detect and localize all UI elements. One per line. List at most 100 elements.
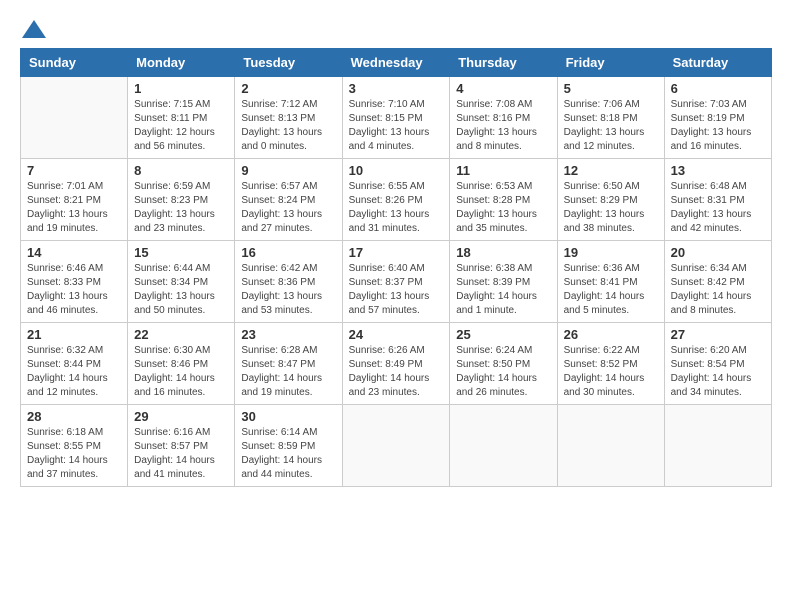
calendar-day-cell: 28 Sunrise: 6:18 AMSunset: 8:55 PMDayligh…: [21, 405, 128, 487]
day-number: 14: [27, 245, 121, 260]
day-info: Sunrise: 6:40 AMSunset: 8:37 PMDaylight:…: [349, 262, 444, 318]
day-info: Sunrise: 6:28 AMSunset: 8:47 PMDaylight:…: [241, 344, 335, 400]
day-number: 5: [564, 81, 658, 96]
day-info: Sunrise: 7:06 AMSunset: 8:18 PMDaylight:…: [564, 98, 658, 154]
day-info: Sunrise: 7:10 AMSunset: 8:15 PMDaylight:…: [349, 98, 444, 154]
day-info: Sunrise: 6:24 AMSunset: 8:50 PMDaylight:…: [456, 344, 550, 400]
day-info: Sunrise: 6:57 AMSunset: 8:24 PMDaylight:…: [241, 180, 335, 236]
day-info: Sunrise: 6:20 AMSunset: 8:54 PMDaylight:…: [671, 344, 765, 400]
day-number: 28: [27, 409, 121, 424]
day-number: 12: [564, 163, 658, 178]
calendar-day-cell: 19 Sunrise: 6:36 AMSunset: 8:41 PMDayligh…: [557, 241, 664, 323]
day-info: Sunrise: 6:18 AMSunset: 8:55 PMDaylight:…: [27, 426, 121, 482]
day-info: Sunrise: 7:08 AMSunset: 8:16 PMDaylight:…: [456, 98, 550, 154]
weekday-header: Saturday: [664, 49, 771, 77]
calendar-day-cell: 18 Sunrise: 6:38 AMSunset: 8:39 PMDayligh…: [450, 241, 557, 323]
day-number: 11: [456, 163, 550, 178]
calendar-header-row: SundayMondayTuesdayWednesdayThursdayFrid…: [21, 49, 772, 77]
day-info: Sunrise: 6:32 AMSunset: 8:44 PMDaylight:…: [27, 344, 121, 400]
calendar-day-cell: [664, 405, 771, 487]
calendar-day-cell: 10 Sunrise: 6:55 AMSunset: 8:26 PMDayligh…: [342, 159, 450, 241]
day-number: 15: [134, 245, 228, 260]
day-info: Sunrise: 7:12 AMSunset: 8:13 PMDaylight:…: [241, 98, 335, 154]
calendar-week-row: 21 Sunrise: 6:32 AMSunset: 8:44 PMDayligh…: [21, 323, 772, 405]
logo-icon: [22, 20, 46, 38]
calendar-day-cell: 23 Sunrise: 6:28 AMSunset: 8:47 PMDayligh…: [235, 323, 342, 405]
weekday-header: Thursday: [450, 49, 557, 77]
day-number: 20: [671, 245, 765, 260]
day-number: 2: [241, 81, 335, 96]
day-info: Sunrise: 6:26 AMSunset: 8:49 PMDaylight:…: [349, 344, 444, 400]
day-number: 4: [456, 81, 550, 96]
calendar-day-cell: 30 Sunrise: 6:14 AMSunset: 8:59 PMDayligh…: [235, 405, 342, 487]
calendar-day-cell: 22 Sunrise: 6:30 AMSunset: 8:46 PMDayligh…: [128, 323, 235, 405]
calendar-day-cell: 15 Sunrise: 6:44 AMSunset: 8:34 PMDayligh…: [128, 241, 235, 323]
calendar-day-cell: 7Sunrise: 7:01 AMSunset: 8:21 PMDaylight…: [21, 159, 128, 241]
logo: [20, 20, 46, 38]
day-info: Sunrise: 6:16 AMSunset: 8:57 PMDaylight:…: [134, 426, 228, 482]
calendar-week-row: 7Sunrise: 7:01 AMSunset: 8:21 PMDaylight…: [21, 159, 772, 241]
weekday-header: Friday: [557, 49, 664, 77]
day-info: Sunrise: 6:42 AMSunset: 8:36 PMDaylight:…: [241, 262, 335, 318]
day-info: Sunrise: 6:48 AMSunset: 8:31 PMDaylight:…: [671, 180, 765, 236]
calendar-day-cell: 25 Sunrise: 6:24 AMSunset: 8:50 PMDayligh…: [450, 323, 557, 405]
day-info: Sunrise: 7:01 AMSunset: 8:21 PMDaylight:…: [27, 180, 121, 236]
day-number: 19: [564, 245, 658, 260]
day-number: 16: [241, 245, 335, 260]
calendar-day-cell: 11Sunrise: 6:53 AMSunset: 8:28 PMDayligh…: [450, 159, 557, 241]
calendar-day-cell: 4 Sunrise: 7:08 AMSunset: 8:16 PMDaylight…: [450, 77, 557, 159]
day-info: Sunrise: 6:55 AMSunset: 8:26 PMDaylight:…: [349, 180, 444, 236]
day-number: 21: [27, 327, 121, 342]
calendar-table: SundayMondayTuesdayWednesdayThursdayFrid…: [20, 48, 772, 487]
calendar-day-cell: 5 Sunrise: 7:06 AMSunset: 8:18 PMDaylight…: [557, 77, 664, 159]
calendar-day-cell: 12 Sunrise: 6:50 AMSunset: 8:29 PMDayligh…: [557, 159, 664, 241]
day-info: Sunrise: 7:15 AMSunset: 8:11 PMDaylight:…: [134, 98, 228, 154]
calendar-week-row: 1 Sunrise: 7:15 AMSunset: 8:11 PMDaylight…: [21, 77, 772, 159]
day-number: 6: [671, 81, 765, 96]
day-number: 13: [671, 163, 765, 178]
weekday-header: Sunday: [21, 49, 128, 77]
calendar-day-cell: 3 Sunrise: 7:10 AMSunset: 8:15 PMDaylight…: [342, 77, 450, 159]
day-number: 25: [456, 327, 550, 342]
day-number: 29: [134, 409, 228, 424]
day-number: 30: [241, 409, 335, 424]
calendar-day-cell: 24Sunrise: 6:26 AMSunset: 8:49 PMDayligh…: [342, 323, 450, 405]
calendar-week-row: 28 Sunrise: 6:18 AMSunset: 8:55 PMDayligh…: [21, 405, 772, 487]
page-header: [20, 20, 772, 38]
day-info: Sunrise: 6:50 AMSunset: 8:29 PMDaylight:…: [564, 180, 658, 236]
day-info: Sunrise: 6:36 AMSunset: 8:41 PMDaylight:…: [564, 262, 658, 318]
day-number: 3: [349, 81, 444, 96]
weekday-header: Monday: [128, 49, 235, 77]
day-info: Sunrise: 6:34 AMSunset: 8:42 PMDaylight:…: [671, 262, 765, 318]
day-info: Sunrise: 6:30 AMSunset: 8:46 PMDaylight:…: [134, 344, 228, 400]
day-number: 17: [349, 245, 444, 260]
calendar-day-cell: 6 Sunrise: 7:03 AMSunset: 8:19 PMDaylight…: [664, 77, 771, 159]
calendar-week-row: 14 Sunrise: 6:46 AMSunset: 8:33 PMDayligh…: [21, 241, 772, 323]
day-number: 1: [134, 81, 228, 96]
day-info: Sunrise: 7:03 AMSunset: 8:19 PMDaylight:…: [671, 98, 765, 154]
day-number: 8: [134, 163, 228, 178]
day-number: 23: [241, 327, 335, 342]
calendar-day-cell: 1 Sunrise: 7:15 AMSunset: 8:11 PMDaylight…: [128, 77, 235, 159]
calendar-day-cell: 26 Sunrise: 6:22 AMSunset: 8:52 PMDayligh…: [557, 323, 664, 405]
calendar-day-cell: [21, 77, 128, 159]
calendar-day-cell: 8 Sunrise: 6:59 AMSunset: 8:23 PMDaylight…: [128, 159, 235, 241]
day-info: Sunrise: 6:46 AMSunset: 8:33 PMDaylight:…: [27, 262, 121, 318]
day-number: 22: [134, 327, 228, 342]
calendar-day-cell: 14 Sunrise: 6:46 AMSunset: 8:33 PMDayligh…: [21, 241, 128, 323]
calendar-day-cell: 17 Sunrise: 6:40 AMSunset: 8:37 PMDayligh…: [342, 241, 450, 323]
day-info: Sunrise: 6:38 AMSunset: 8:39 PMDaylight:…: [456, 262, 550, 318]
day-number: 10: [349, 163, 444, 178]
day-number: 26: [564, 327, 658, 342]
day-info: Sunrise: 6:59 AMSunset: 8:23 PMDaylight:…: [134, 180, 228, 236]
calendar-day-cell: 9Sunrise: 6:57 AMSunset: 8:24 PMDaylight…: [235, 159, 342, 241]
weekday-header: Wednesday: [342, 49, 450, 77]
calendar-day-cell: [450, 405, 557, 487]
calendar-day-cell: 21 Sunrise: 6:32 AMSunset: 8:44 PMDayligh…: [21, 323, 128, 405]
day-info: Sunrise: 6:44 AMSunset: 8:34 PMDaylight:…: [134, 262, 228, 318]
day-number: 27: [671, 327, 765, 342]
day-number: 18: [456, 245, 550, 260]
calendar-day-cell: 20 Sunrise: 6:34 AMSunset: 8:42 PMDayligh…: [664, 241, 771, 323]
day-info: Sunrise: 6:14 AMSunset: 8:59 PMDaylight:…: [241, 426, 335, 482]
day-info: Sunrise: 6:22 AMSunset: 8:52 PMDaylight:…: [564, 344, 658, 400]
